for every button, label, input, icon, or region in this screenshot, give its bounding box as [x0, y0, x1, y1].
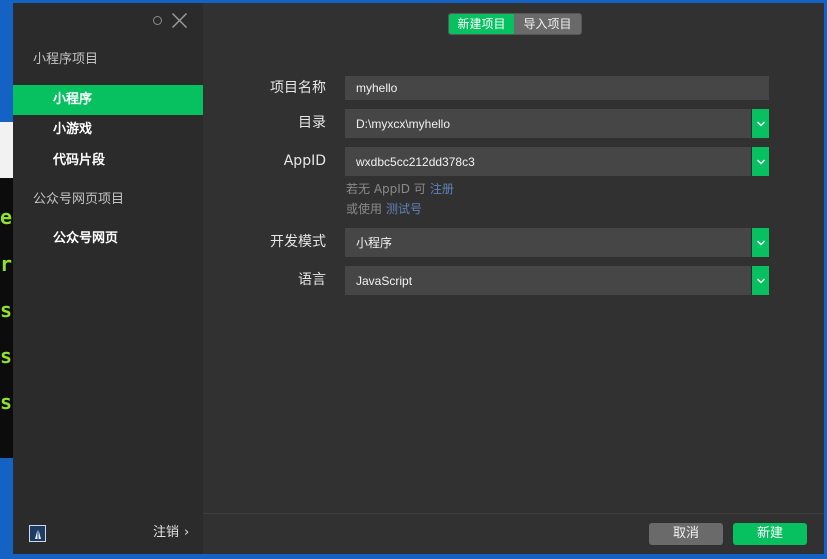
sidebar-item-miniprogram[interactable]: 小程序	[13, 85, 203, 115]
avatar-icon[interactable]	[29, 525, 46, 542]
terminal-line: e	[0, 205, 13, 229]
directory-label: 目录	[298, 115, 326, 131]
close-icon[interactable]	[171, 12, 188, 29]
logout-button[interactable]: 注销 ›	[153, 525, 189, 541]
language-label: 语言	[298, 272, 326, 288]
tab-import-project[interactable]: 导入项目	[514, 14, 581, 34]
sidebar-item-minigame[interactable]: 小游戏	[13, 115, 203, 145]
footer-divider	[203, 513, 824, 514]
language-combo	[345, 266, 769, 295]
create-button[interactable]: 新建	[733, 523, 807, 545]
chevron-down-icon	[757, 159, 765, 164]
dev-mode-combo	[345, 228, 769, 257]
terminal-line: s	[0, 298, 13, 322]
dev-mode-label: 开发模式	[270, 234, 326, 250]
register-link[interactable]: 注册	[430, 182, 454, 196]
project-name-input[interactable]	[345, 76, 769, 100]
chevron-right-icon: ›	[184, 525, 190, 540]
gear-icon[interactable]	[153, 16, 162, 25]
project-name-field-box	[345, 76, 769, 100]
main-panel: 新建项目 导入项目 项目名称 目录 AppID 若无 AppID 可注册	[203, 3, 824, 554]
section-title-miniprogram-projects: 小程序项目	[33, 52, 99, 67]
chevron-down-icon	[757, 240, 765, 245]
test-hint-text: 或使用	[346, 202, 383, 216]
background-terminal: e r s s s	[0, 178, 13, 458]
language-dropdown-button[interactable]	[751, 266, 769, 295]
directory-dropdown-button[interactable]	[751, 109, 769, 138]
sidebar: 小程序项目 小程序 小游戏 代码片段 公众号网页项目 公众号网页 注销 ›	[13, 3, 203, 554]
project-mode-tabs: 新建项目 导入项目	[448, 13, 582, 35]
appid-register-hint: 若无 AppID 可注册	[346, 182, 454, 196]
chevron-down-icon	[757, 121, 765, 126]
appid-combo	[345, 147, 769, 176]
terminal-line: r	[0, 252, 13, 276]
terminal-line: s	[0, 390, 13, 414]
tab-new-project[interactable]: 新建项目	[449, 14, 514, 34]
directory-input[interactable]	[345, 109, 750, 138]
section-title-web-projects: 公众号网页项目	[33, 192, 125, 207]
background-window-edge	[0, 122, 13, 178]
appid-label: AppID	[283, 153, 326, 169]
dev-mode-select[interactable]	[345, 228, 750, 257]
terminal-line: s	[0, 344, 13, 368]
chevron-down-icon	[757, 278, 765, 283]
project-name-label: 项目名称	[270, 80, 326, 96]
new-project-dialog: 小程序项目 小程序 小游戏 代码片段 公众号网页项目 公众号网页 注销 › 新建项…	[13, 3, 824, 554]
appid-input[interactable]	[345, 147, 750, 176]
test-account-link[interactable]: 测试号	[386, 202, 422, 216]
appid-hint-text: 若无 AppID 可	[346, 182, 426, 196]
dev-mode-dropdown-button[interactable]	[751, 228, 769, 257]
logout-label: 注销	[153, 525, 180, 540]
test-account-hint: 或使用 测试号	[346, 202, 422, 216]
appid-dropdown-button[interactable]	[751, 147, 769, 176]
sidebar-item-code-snippet[interactable]: 代码片段	[13, 146, 203, 176]
directory-combo	[345, 109, 769, 138]
sidebar-item-official-web[interactable]: 公众号网页	[13, 224, 203, 254]
cancel-button[interactable]: 取消	[649, 523, 723, 545]
language-select[interactable]	[345, 266, 750, 295]
